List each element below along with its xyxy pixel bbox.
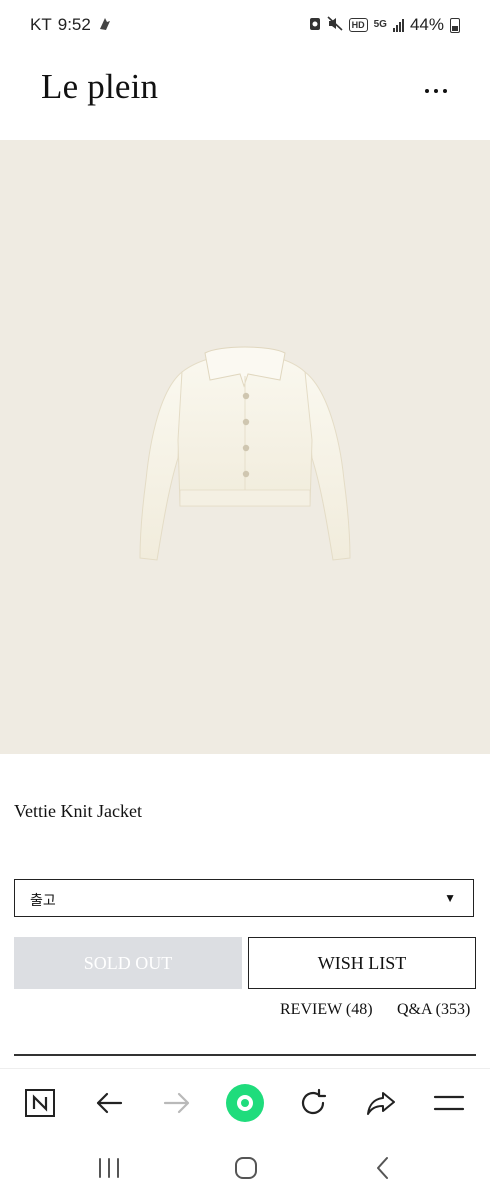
option-select[interactable]: 출고 ▼ [14,879,474,917]
browser-toolbar [0,1068,490,1137]
dropdown-arrow-icon: ▼ [444,891,456,905]
battery-icon [450,17,460,33]
recents-icon [99,1158,119,1178]
home-icon [235,1157,257,1179]
battery-label: 44% [409,15,444,34]
recents-button[interactable] [89,1152,129,1184]
wish-list-button[interactable]: WISH LIST [248,937,476,989]
green-dot-icon [226,1084,264,1122]
share-icon [367,1092,395,1115]
reload-icon [301,1088,327,1115]
review-link[interactable]: REVIEW (48) [280,1001,373,1019]
green-dot-button[interactable] [225,1083,265,1123]
system-navigation-bar [0,1136,490,1200]
share-button[interactable] [361,1083,401,1123]
naver-n-icon [25,1089,55,1117]
network-5g-icon: 5G [373,19,387,30]
reload-button[interactable] [293,1083,333,1123]
system-back-button[interactable] [363,1152,403,1184]
status-left: KT 9:52 [30,15,113,35]
section-divider [14,1054,476,1056]
product-image[interactable] [0,140,490,754]
dot-icon [443,89,447,93]
knit-jacket-illustration [139,346,351,561]
status-bar: KT 9:52 HD 5G 44% [0,0,490,52]
qa-link[interactable]: Q&A (353) [397,1001,470,1019]
dot-icon [425,89,429,93]
notification-icon [97,16,113,35]
sync-icon [309,16,321,34]
product-name: Vettie Knit Jacket [14,801,142,821]
home-button[interactable] [226,1152,266,1184]
naver-home-button[interactable] [20,1083,60,1123]
mute-icon [327,16,343,34]
brand-logo[interactable]: Le plein [41,67,158,107]
hamburger-icon [433,1095,465,1111]
more-menu-button[interactable] [420,76,452,106]
forward-button[interactable] [157,1083,197,1123]
carrier-label: KT [30,15,52,34]
menu-button[interactable] [429,1083,469,1123]
sold-out-button[interactable]: SOLD OUT [14,937,242,989]
option-selected-value: 출고 [30,892,56,908]
signal-icon [392,18,404,32]
arrow-left-icon [96,1092,123,1114]
time-label: 9:52 [57,15,91,34]
status-right: HD 5G 44% [309,15,460,35]
dot-icon [434,89,438,93]
hd-icon: HD [348,18,368,32]
back-button[interactable] [89,1083,129,1123]
chevron-left-icon [377,1157,388,1179]
arrow-right-icon [163,1092,190,1114]
site-header: Le plein [0,52,490,140]
